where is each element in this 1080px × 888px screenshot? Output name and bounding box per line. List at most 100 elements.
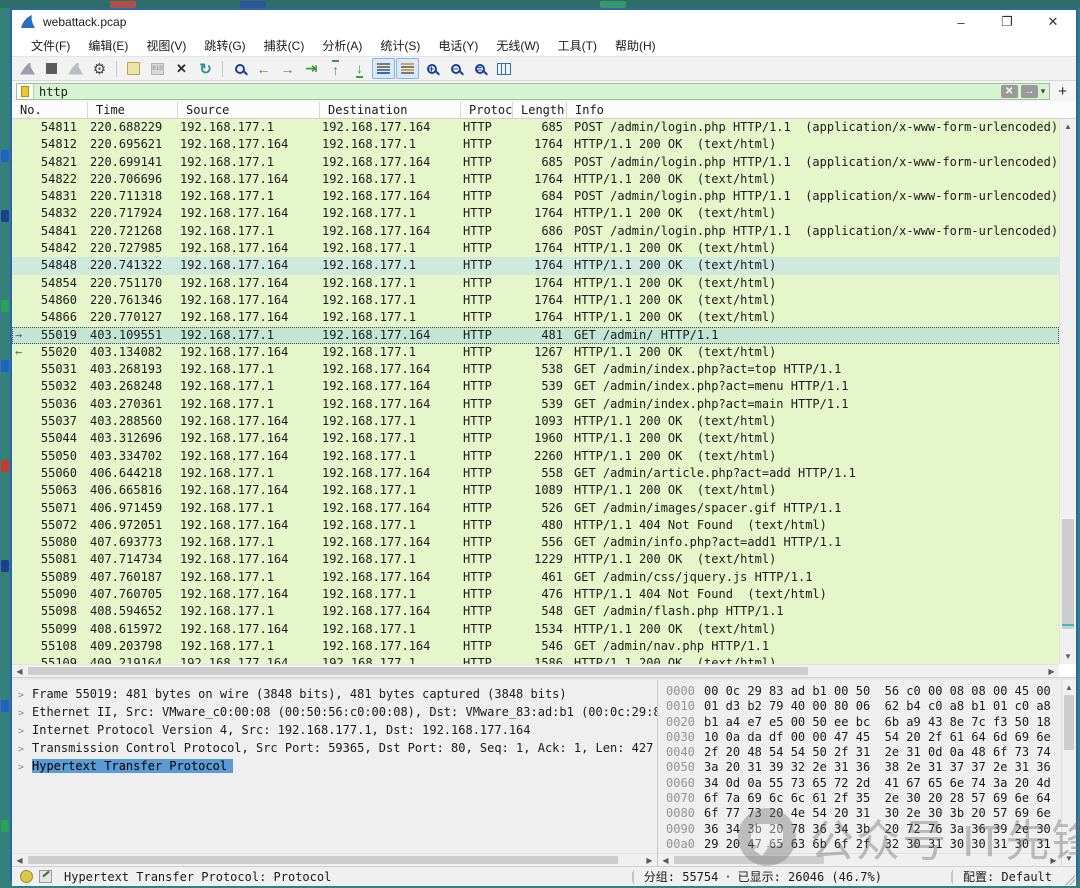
hex-row[interactable]: 00706f 7a 69 6c 6c 61 2f 35 2e 30 20 28 … [658, 791, 1061, 806]
column-header-destination[interactable]: Destination [320, 102, 461, 118]
hex-row[interactable]: 000000 0c 29 83 ad b1 00 50 56 c0 00 08 … [658, 684, 1061, 699]
minimize-button[interactable]: – [938, 10, 984, 34]
capture-options-button[interactable]: ⚙ [88, 58, 111, 79]
packet-row[interactable]: 55050403.334702192.168.177.164192.168.17… [12, 448, 1059, 465]
packet-row[interactable]: 55037403.288560192.168.177.164192.168.17… [12, 413, 1059, 430]
column-header-info[interactable]: Info [567, 102, 1076, 118]
clear-filter-icon[interactable]: ✕ [1001, 85, 1018, 98]
scroll-left-icon[interactable]: ◀ [12, 665, 27, 677]
packet-row[interactable]: 55032403.268248192.168.177.1192.168.177.… [12, 378, 1059, 395]
menu-item-1[interactable]: 编辑(E) [79, 35, 137, 56]
hex-row[interactable]: 00806f 77 73 20 4e 54 20 31 30 2e 30 3b … [658, 806, 1061, 821]
hex-row[interactable]: 00402f 20 48 54 54 50 2f 31 2e 31 0d 0a … [658, 745, 1061, 760]
scroll-left-icon[interactable]: ◀ [12, 854, 27, 866]
packet-row[interactable]: 55063406.665816192.168.177.164192.168.17… [12, 482, 1059, 499]
packet-list-vscrollbar[interactable]: ▲ ▼ [1059, 119, 1076, 664]
column-header-source[interactable]: Source [178, 102, 320, 118]
scroll-up-icon[interactable]: ▲ [1060, 119, 1076, 134]
packet-row[interactable]: 55060406.644218192.168.177.1192.168.177.… [12, 465, 1059, 482]
packet-row[interactable]: 54821220.699141192.168.177.1192.168.177.… [12, 154, 1059, 171]
hex-row[interactable]: 00503a 20 31 39 32 2e 31 36 38 2e 31 37 … [658, 760, 1061, 775]
menu-item-0[interactable]: 文件(F) [22, 35, 79, 56]
title-bar[interactable]: webattack.pcap – ❐ ✕ [12, 10, 1076, 34]
packet-row[interactable]: 55019→403.109551192.168.177.1192.168.177… [12, 327, 1059, 344]
find-packet-button[interactable] [228, 58, 251, 79]
detail-line-0[interactable]: >Frame 55019: 481 bytes on wire (3848 bi… [12, 685, 657, 703]
packet-row[interactable]: 55099408.615972192.168.177.164192.168.17… [12, 621, 1059, 638]
hex-row[interactable]: 0020b1 a4 e7 e5 00 50 ee bc 6b a9 43 8e … [658, 715, 1061, 730]
column-header-protocol[interactable]: Protocol [461, 102, 513, 118]
menu-item-6[interactable]: 统计(S) [371, 35, 429, 56]
hex-row[interactable]: 006034 0d 0a 55 73 65 72 2d 41 67 65 6e … [658, 776, 1061, 791]
detail-line-3[interactable]: >Transmission Control Protocol, Src Port… [12, 739, 657, 757]
scroll-left-icon[interactable]: ◀ [658, 854, 673, 866]
resize-grip[interactable] [1065, 875, 1075, 885]
packet-row[interactable]: 55036403.270361192.168.177.1192.168.177.… [12, 396, 1059, 413]
packet-row[interactable]: 54812220.695621192.168.177.164192.168.17… [12, 136, 1059, 153]
start-capture-button[interactable] [16, 58, 39, 79]
expert-info-icon[interactable] [39, 870, 52, 883]
packet-row[interactable]: 54822220.706696192.168.177.164192.168.17… [12, 171, 1059, 188]
zoom-reset-button[interactable]: = [468, 58, 491, 79]
scrollbar-thumb[interactable] [28, 667, 808, 675]
detail-line-4[interactable]: >Hypertext Transfer Protocol [12, 757, 657, 775]
save-file-button[interactable]: 010 [146, 58, 169, 79]
details-hscrollbar[interactable]: ◀ ▶ [12, 853, 657, 866]
packet-row[interactable]: 54811220.688229192.168.177.1192.168.177.… [12, 119, 1059, 136]
go-back-button[interactable]: ← [252, 58, 275, 79]
expander-icon[interactable]: > [18, 723, 32, 739]
packet-row[interactable]: 55098408.594652192.168.177.1192.168.177.… [12, 603, 1059, 620]
resize-columns-button[interactable] [492, 58, 515, 79]
colorize-button[interactable] [396, 58, 419, 79]
go-to-packet-button[interactable]: ⇥ [300, 58, 323, 79]
reload-file-button[interactable]: ↻ [194, 58, 217, 79]
hex-hscrollbar[interactable]: ◀ ▶ [658, 853, 1061, 866]
detail-line-2[interactable]: >Internet Protocol Version 4, Src: 192.1… [12, 721, 657, 739]
packet-row[interactable]: 55090407.760705192.168.177.164192.168.17… [12, 586, 1059, 603]
profile[interactable]: 配置: Default [952, 870, 1062, 884]
packet-row[interactable]: 54860220.761346192.168.177.164192.168.17… [12, 292, 1059, 309]
add-filter-button[interactable]: + [1053, 83, 1072, 100]
expander-icon[interactable]: > [18, 705, 32, 721]
menu-item-7[interactable]: 电话(Y) [429, 35, 487, 56]
scroll-up-icon[interactable]: ▲ [1062, 680, 1076, 695]
auto-scroll-button[interactable] [372, 58, 395, 79]
maximize-button[interactable]: ❐ [984, 10, 1030, 34]
hex-row[interactable]: 001001 d3 b2 79 40 00 80 06 62 b4 c0 a8 … [658, 699, 1061, 714]
packet-row[interactable]: 54866220.770127192.168.177.164192.168.17… [12, 309, 1059, 326]
zoom-in-button[interactable]: + [420, 58, 443, 79]
scroll-down-icon[interactable]: ▼ [1062, 851, 1076, 866]
detail-line-1[interactable]: >Ethernet II, Src: VMware_c0:00:08 (00:5… [12, 703, 657, 721]
packet-row[interactable]: 55109409.219164192.168.177.164192.168.17… [12, 655, 1059, 664]
apply-filter-icon[interactable]: → [1021, 85, 1038, 98]
restart-capture-button[interactable] [64, 58, 87, 79]
packet-row[interactable]: 55044403.312696192.168.177.164192.168.17… [12, 430, 1059, 447]
packet-row[interactable]: 55031403.268193192.168.177.1192.168.177.… [12, 361, 1059, 378]
packet-row[interactable]: 54831220.711318192.168.177.1192.168.177.… [12, 188, 1059, 205]
packet-row[interactable]: 54841220.721268192.168.177.1192.168.177.… [12, 223, 1059, 240]
menu-item-2[interactable]: 视图(V) [137, 35, 195, 56]
column-header-length[interactable]: Length [513, 102, 567, 118]
bookmark-icon[interactable] [17, 84, 34, 99]
packet-row[interactable]: 55071406.971459192.168.177.1192.168.177.… [12, 500, 1059, 517]
scrollbar-thumb[interactable] [674, 856, 824, 864]
packet-row[interactable]: 55072406.972051192.168.177.164192.168.17… [12, 517, 1059, 534]
zoom-out-button[interactable]: − [444, 58, 467, 79]
packet-list-hscrollbar[interactable]: ◀ ▶ [12, 664, 1059, 677]
packet-row[interactable]: 55081407.714734192.168.177.164192.168.17… [12, 551, 1059, 568]
hex-row[interactable]: 00a029 20 47 65 63 6b 6f 2f 32 30 31 30 … [658, 837, 1061, 852]
menu-item-9[interactable]: 工具(T) [549, 35, 606, 56]
display-filter-input[interactable]: http ✕ → ▾ [16, 83, 1050, 100]
stop-capture-button[interactable] [40, 58, 63, 79]
scrollbar-thumb[interactable] [28, 856, 618, 864]
packet-row[interactable]: 55089407.760187192.168.177.1192.168.177.… [12, 569, 1059, 586]
menu-item-5[interactable]: 分析(A) [313, 35, 371, 56]
scroll-down-icon[interactable]: ▼ [1060, 649, 1076, 664]
expander-icon[interactable]: > [18, 687, 32, 703]
packet-row[interactable]: 55020←403.134082192.168.177.164192.168.1… [12, 344, 1059, 361]
packet-row[interactable]: 54832220.717924192.168.177.164192.168.17… [12, 205, 1059, 222]
menu-item-3[interactable]: 跳转(G) [195, 35, 254, 56]
packet-row[interactable]: 54842220.727985192.168.177.164192.168.17… [12, 240, 1059, 257]
scrollbar-thumb[interactable] [1062, 519, 1074, 629]
expander-icon[interactable]: > [18, 759, 32, 775]
